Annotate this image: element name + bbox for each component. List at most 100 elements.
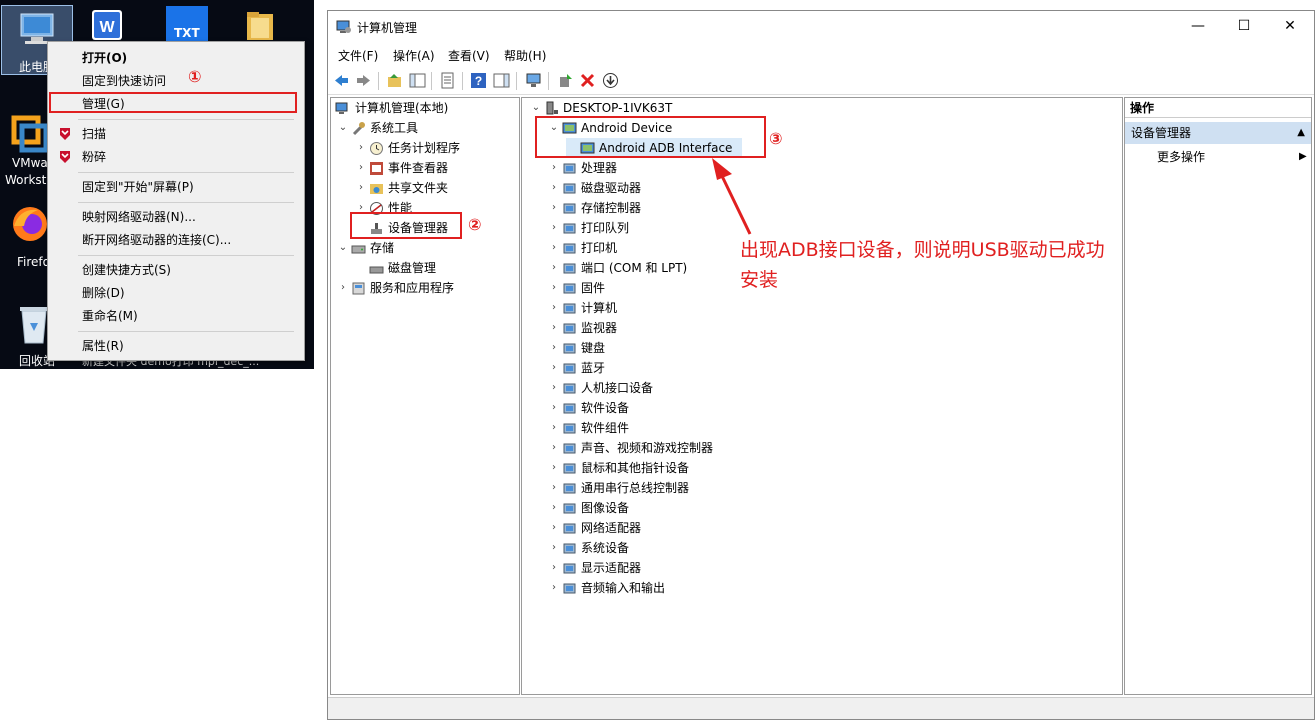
device-category-icon [563,443,576,454]
svg-text:?: ? [475,74,482,88]
window-title: 计算机管理 [357,21,418,35]
menu-item-pin-start[interactable]: 固定到"开始"屏幕(P) [48,176,304,198]
menu-item-delete[interactable]: 删除(D) [48,282,304,304]
tools-icon [352,122,365,136]
chevron-right-icon[interactable]: › [548,158,560,178]
up-folder-icon[interactable] [386,72,403,89]
chevron-right-icon[interactable]: › [548,378,560,398]
chevron-right-icon[interactable]: › [548,178,560,198]
chevron-right-icon[interactable]: › [548,418,560,438]
chevron-right-icon[interactable]: › [548,498,560,518]
chevron-right-icon[interactable]: › [355,178,367,198]
tree-label: 服务和应用程序 [370,281,455,295]
menu-item-label: 属性(R) [82,339,124,353]
enable-device-icon[interactable] [602,72,619,89]
chevron-right-icon[interactable]: › [548,438,560,458]
menu-separator [78,255,294,256]
chevron-right-icon[interactable]: › [355,138,367,158]
menu-item-open[interactable]: 打开(O) [48,47,304,69]
vmware-label-1: VMwa [12,156,48,170]
desktop-icon-wps[interactable]: W [90,8,126,42]
chevron-right-icon[interactable]: › [548,458,560,478]
title-bar[interactable]: 计算机管理 — ☐ ✕ [328,11,1314,43]
back-arrow-icon[interactable] [333,72,350,89]
chevron-down-icon[interactable]: ⌄ [337,118,349,138]
chevron-right-icon[interactable]: › [548,298,560,318]
device-category-icon [563,263,576,274]
chevron-right-icon[interactable]: › [548,318,560,338]
chevron-down-icon[interactable]: ⌄ [337,238,349,258]
tree-label: 网络适配器 [581,521,642,535]
uninstall-device-icon[interactable] [579,72,596,89]
menu-action[interactable]: 操作(A) [393,47,435,64]
chevron-right-icon[interactable]: › [548,538,560,558]
actions-device-manager[interactable]: 设备管理器 ▲ [1125,122,1311,144]
device-category-icon [563,323,576,334]
menu-item-disconnect-drive[interactable]: 断开网络驱动器的连接(C)... [48,229,304,251]
menu-item-pin-quick-access[interactable]: 固定到快速访问 [48,70,304,92]
minimize-button[interactable]: — [1175,11,1221,43]
chevron-right-icon[interactable]: › [548,358,560,378]
mcafee-icon [60,128,70,140]
menu-item-label: 创建快捷方式(S) [82,263,171,277]
menu-item-label: 删除(D) [82,286,125,300]
menu-separator [78,331,294,332]
chevron-right-icon[interactable]: › [355,158,367,178]
more-actions[interactable]: 更多操作 ▶ [1157,148,1307,166]
toolbar-separator [516,72,517,90]
chevron-right-icon[interactable]: › [548,278,560,298]
menu-item-label: 映射网络驱动器(N)... [82,210,196,224]
forward-arrow-icon[interactable] [355,72,372,89]
menu-file[interactable]: 文件(F) [338,47,378,64]
tree-label: 系统设备 [581,541,630,555]
desktop-icon-txt[interactable]: TXT [166,6,208,42]
tree-label: 磁盘管理 [388,261,437,275]
menu-item-shred[interactable]: 粉碎 [48,146,304,168]
chevron-right-icon[interactable]: › [548,218,560,238]
device-category-icon [563,343,576,354]
menu-item-rename[interactable]: 重命名(M) [48,305,304,327]
tree-label: 磁盘驱动器 [581,181,642,195]
desktop-icon-firefox[interactable]: Firefo [0,200,50,272]
event-viewer-icon [370,162,383,175]
desktop-icon-vmware[interactable]: VMwa Workst [0,110,49,190]
show-action-pane-icon[interactable] [493,72,510,89]
chevron-right-icon[interactable]: › [548,258,560,278]
actions-header: 操作 [1125,98,1311,118]
device-category-icon [563,403,576,414]
menu-item-map-drive[interactable]: 映射网络驱动器(N)... [48,206,304,228]
tree-label: 音频输入和输出 [581,581,666,595]
menu-help[interactable]: 帮助(H) [504,47,546,64]
chevron-right-icon[interactable]: › [548,578,560,598]
chevron-down-icon[interactable]: ⌄ [530,98,542,118]
menu-item-properties[interactable]: 属性(R) [48,335,304,357]
device-category-icon [563,483,576,494]
chevron-right-icon[interactable]: › [548,338,560,358]
help-icon[interactable]: ? [470,72,487,89]
chevron-right-icon[interactable]: › [548,398,560,418]
chevron-right-icon[interactable]: › [548,198,560,218]
chevron-right-icon[interactable]: › [548,478,560,498]
collapse-up-icon[interactable]: ▲ [1297,122,1305,144]
menu-item-create-shortcut[interactable]: 创建快捷方式(S) [48,259,304,281]
tree-label: 键盘 [581,341,606,355]
chevron-right-icon[interactable]: › [548,558,560,578]
menu-separator [78,172,294,173]
maximize-button[interactable]: ☐ [1221,11,1267,43]
chevron-right-icon[interactable]: › [548,238,560,258]
wps-writer-icon: W [92,10,122,40]
more-actions-label: 更多操作 [1157,150,1206,164]
device-category-icon [563,363,576,374]
menu-view[interactable]: 查看(V) [448,47,490,64]
chevron-right-icon[interactable]: › [337,278,349,298]
properties-icon[interactable] [439,72,456,89]
close-button[interactable]: ✕ [1267,11,1313,43]
desktop-icon-folder[interactable] [245,10,275,42]
firefox-icon [13,207,47,241]
show-tree-icon[interactable] [409,72,426,89]
chevron-right-icon[interactable]: › [548,518,560,538]
highlight-device-manager [350,212,462,239]
scan-hardware-icon[interactable] [525,72,542,89]
menu-item-scan[interactable]: 扫描 [48,123,304,145]
update-driver-icon[interactable] [557,72,574,89]
